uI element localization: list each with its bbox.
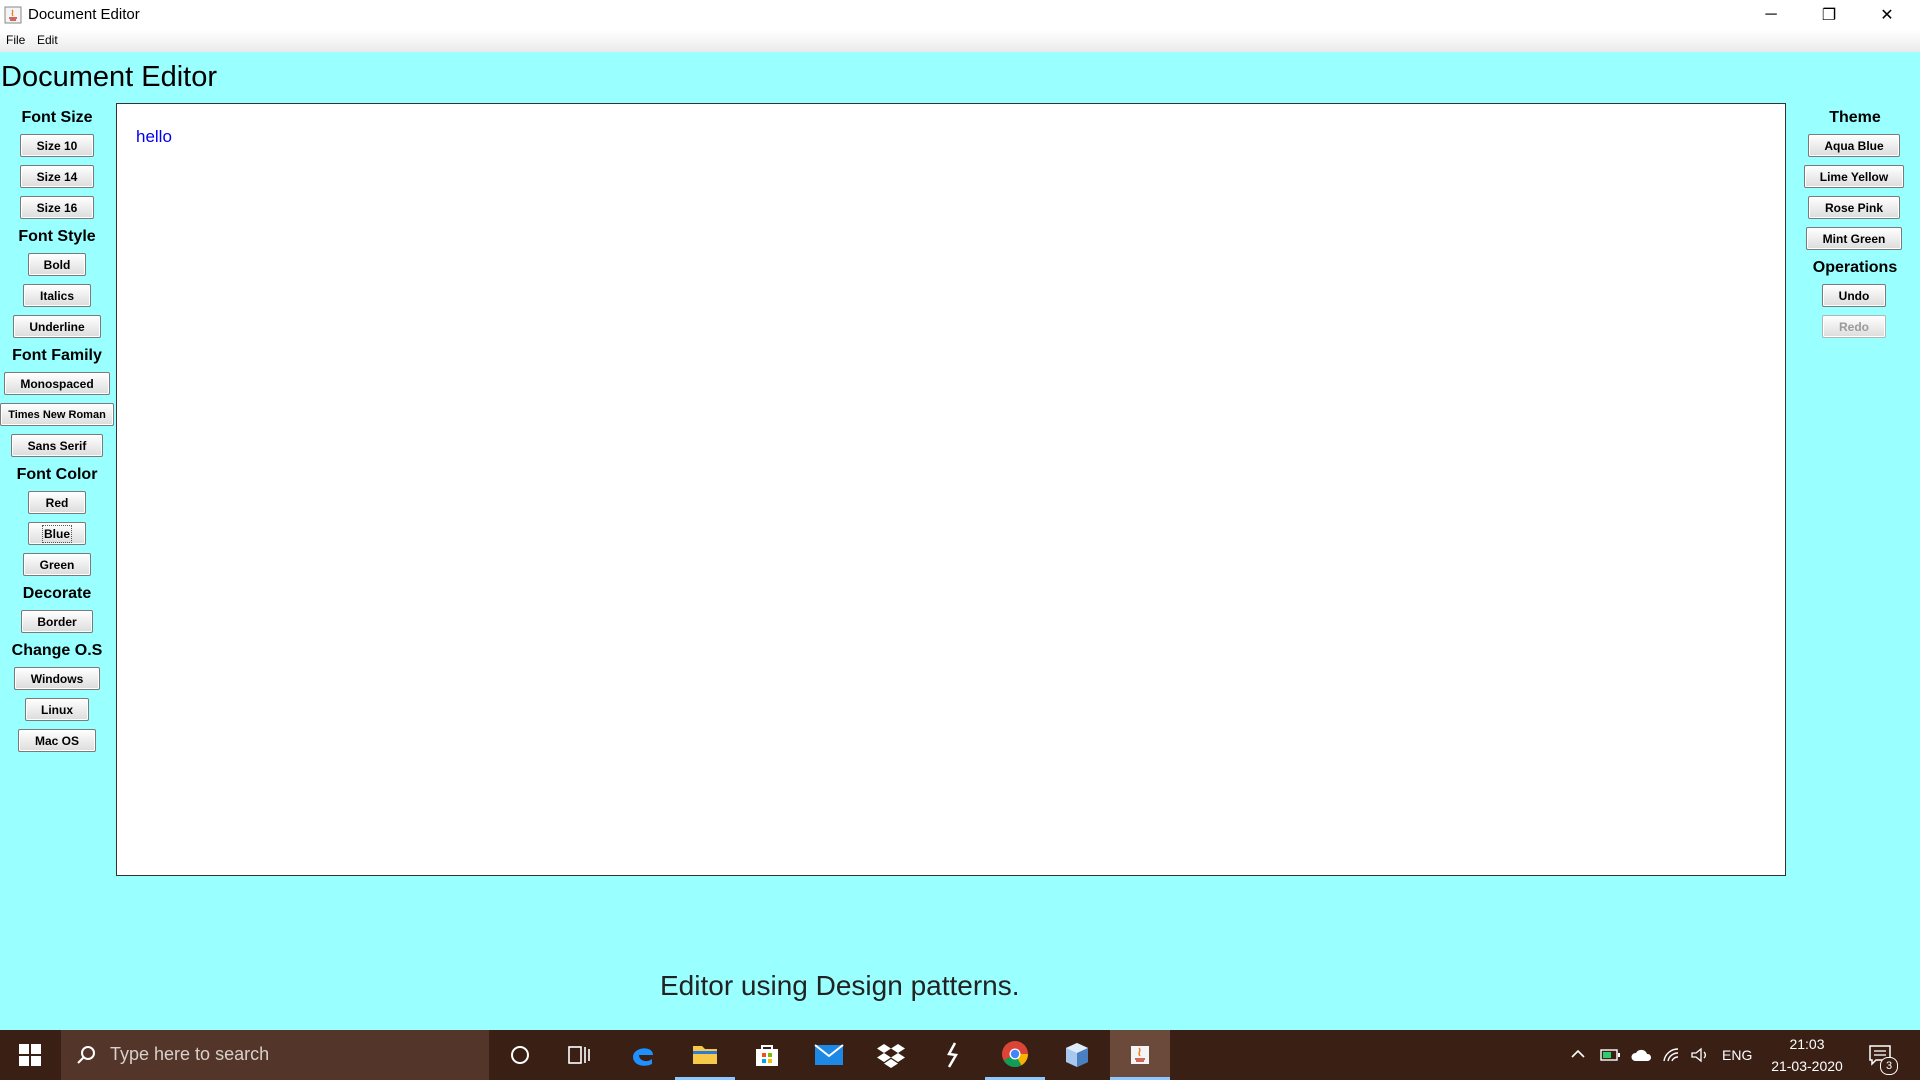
app-title: Document Editor (1, 61, 217, 93)
sans-serif-button[interactable]: Sans Serif (11, 434, 103, 457)
search-icon (76, 1044, 98, 1071)
volume-icon[interactable] (1690, 1047, 1710, 1066)
menu-bar (0, 30, 1920, 52)
notification-count-badge: 3 (1880, 1057, 1898, 1075)
dropbox-icon[interactable] (861, 1030, 921, 1080)
menu-edit[interactable]: Edit (37, 33, 58, 47)
mint-green-button[interactable]: Mint Green (1806, 227, 1902, 250)
size-16-label: Size 16 (36, 200, 78, 215)
font-family-heading: Font Family (12, 347, 102, 364)
green-button[interactable]: Green (23, 553, 91, 576)
show-hidden-icons-icon[interactable] (1570, 1047, 1586, 1064)
border-button[interactable]: Border (21, 610, 93, 633)
redo-button: Redo (1822, 315, 1886, 338)
size-10-label: Size 10 (36, 138, 78, 153)
mac-os-label: Mac OS (34, 733, 79, 748)
battery-icon[interactable] (1600, 1047, 1622, 1066)
operations-heading: Operations (1812, 259, 1898, 276)
times-new-roman-button[interactable]: Times New Roman (0, 403, 114, 426)
language-indicator[interactable]: ENG (1722, 1047, 1752, 1063)
close-button[interactable]: ✕ (1858, 0, 1916, 30)
onedrive-icon[interactable] (1630, 1047, 1654, 1066)
redo-label: Redo (1839, 319, 1869, 334)
sans-serif-label: Sans Serif (27, 438, 87, 453)
italics-button[interactable]: Italics (23, 284, 91, 307)
red-label: Red (45, 495, 69, 510)
minimize-icon: ─ (1765, 6, 1777, 23)
border-label: Border (37, 614, 77, 629)
monospaced-button[interactable]: Monospaced (4, 372, 110, 395)
decorate-heading: Decorate (22, 585, 92, 602)
title-bar (0, 0, 1920, 30)
red-button[interactable]: Red (28, 491, 86, 514)
restore-icon: ❐ (1821, 7, 1837, 24)
rose-pink-label: Rose Pink (1824, 200, 1884, 215)
editor-text-area[interactable] (116, 103, 1786, 876)
rose-pink-button[interactable]: Rose Pink (1808, 196, 1900, 219)
blue-button[interactable]: Blue (28, 522, 86, 545)
clock-time[interactable]: 21:03 (1774, 1036, 1840, 1052)
undo-label: Undo (1838, 288, 1870, 303)
blue-label: Blue (41, 524, 73, 543)
cortana-icon[interactable] (490, 1030, 550, 1080)
lime-yellow-label: Lime Yellow (1819, 169, 1889, 184)
bold-button[interactable]: Bold (28, 253, 86, 276)
chrome-icon[interactable] (985, 1030, 1045, 1080)
mint-green-label: Mint Green (1822, 231, 1886, 246)
underline-button[interactable]: Underline (13, 315, 101, 338)
editor-content: hello (136, 127, 172, 146)
minimize-button[interactable]: ─ (1742, 0, 1800, 30)
restore-button[interactable]: ❐ (1800, 0, 1858, 30)
store-icon[interactable] (737, 1030, 797, 1080)
bold-label: Bold (43, 257, 71, 272)
java-app-icon (4, 6, 22, 24)
windows-label: Windows (30, 671, 84, 686)
linux-label: Linux (41, 702, 73, 717)
java-icon[interactable] (1110, 1030, 1170, 1080)
font-size-heading: Font Size (21, 109, 93, 126)
app-icon[interactable] (923, 1030, 983, 1080)
font-color-heading: Font Color (16, 466, 98, 483)
size-14-label: Size 14 (36, 169, 78, 184)
window-title: Document Editor (28, 6, 140, 23)
linux-button[interactable]: Linux (25, 698, 89, 721)
edge-icon[interactable] (613, 1030, 673, 1080)
menu-file[interactable]: File (6, 33, 25, 47)
windows-start-icon[interactable] (0, 1030, 60, 1080)
change-os-heading: Change O.S (11, 642, 103, 659)
footer-caption: Editor using Design patterns. (660, 970, 1020, 1001)
size-10-button[interactable]: Size 10 (20, 134, 94, 157)
italics-label: Italics (39, 288, 75, 303)
size-16-button[interactable]: Size 16 (20, 196, 94, 219)
aqua-blue-button[interactable]: Aqua Blue (1808, 134, 1900, 157)
undo-button[interactable]: Undo (1822, 284, 1886, 307)
box-icon[interactable] (1047, 1030, 1107, 1080)
aqua-blue-label: Aqua Blue (1824, 138, 1884, 153)
close-icon: ✕ (1880, 7, 1894, 24)
times-new-roman-label: Times New Roman (8, 408, 106, 421)
wifi-icon[interactable] (1662, 1047, 1682, 1066)
lime-yellow-button[interactable]: Lime Yellow (1804, 165, 1904, 188)
clock-date[interactable]: 21-03-2020 (1768, 1058, 1846, 1074)
search-placeholder: Type here to search (110, 1044, 270, 1064)
green-label: Green (39, 557, 75, 572)
theme-heading: Theme (1829, 109, 1881, 126)
monospaced-label: Monospaced (20, 376, 94, 391)
font-style-heading: Font Style (18, 228, 96, 245)
mac-os-button[interactable]: Mac OS (18, 729, 96, 752)
underline-label: Underline (29, 319, 85, 334)
file-explorer-icon[interactable] (675, 1030, 735, 1080)
mail-icon[interactable] (799, 1030, 859, 1080)
task-view-icon[interactable] (550, 1030, 610, 1080)
windows-button[interactable]: Windows (14, 667, 100, 690)
size-14-button[interactable]: Size 14 (20, 165, 94, 188)
